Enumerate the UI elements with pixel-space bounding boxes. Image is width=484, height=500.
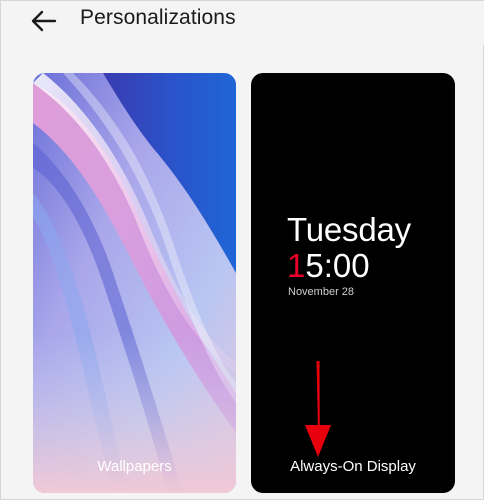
always-on-display-card[interactable]: Tuesday 15:00 November 28 Always-On Disp… [251, 73, 455, 493]
always-on-display-label: Always-On Display [290, 458, 416, 475]
page-title: Personalizations [80, 6, 236, 29]
aod-preview-time-rest: 5:00 [305, 247, 370, 284]
aod-preview-time-accent: 1 [287, 247, 306, 284]
arrow-down-annotation-icon [305, 361, 331, 457]
arrow-left-icon [31, 10, 57, 32]
top-app-bar: Personalizations [1, 1, 484, 45]
wallpapers-label: Wallpapers [97, 458, 172, 475]
aod-preview-date: November 28 [288, 286, 355, 298]
aod-preview-day: Tuesday [287, 211, 411, 248]
back-button[interactable] [29, 7, 63, 35]
aod-preview-time: 15:00 [287, 247, 370, 285]
wallpaper-preview-image [33, 73, 236, 493]
wallpapers-card[interactable]: Wallpapers [33, 73, 236, 493]
screen-frame: Personalizations Wallpapers Tuesday 15:0… [0, 0, 484, 500]
